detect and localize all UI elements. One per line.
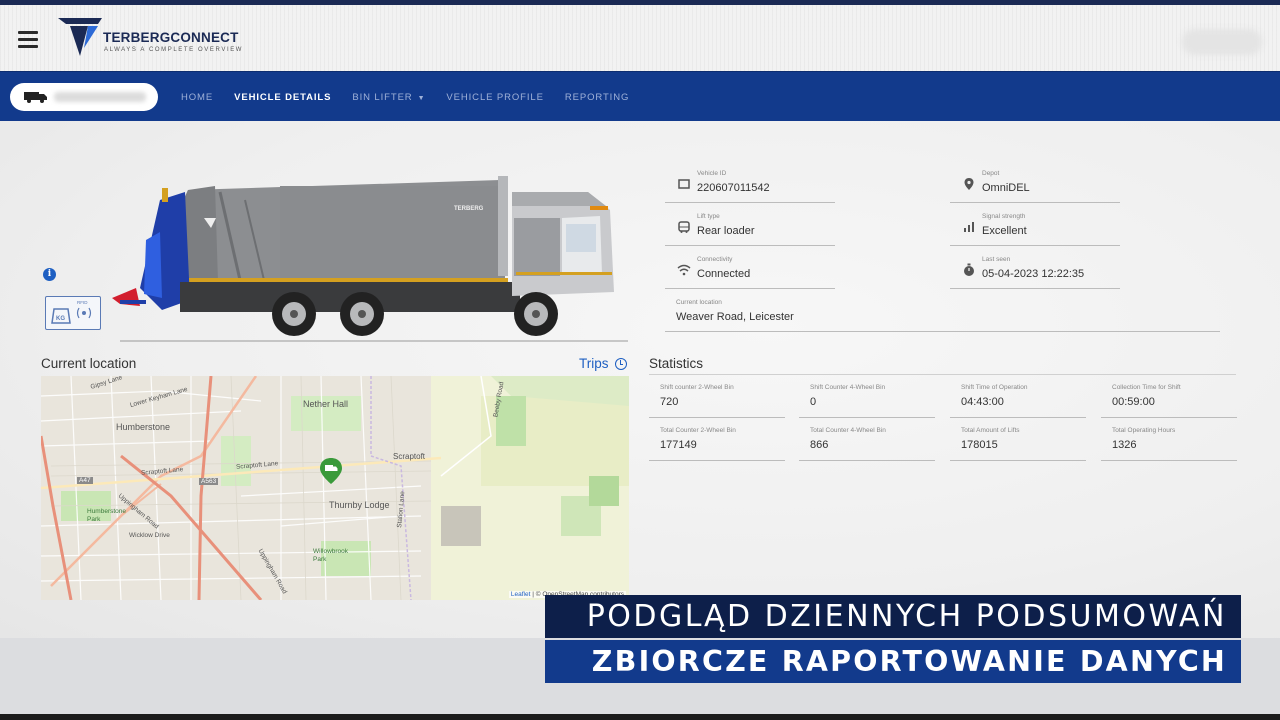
vehicle-selector[interactable] bbox=[10, 83, 158, 111]
stat-value: 866 bbox=[810, 439, 829, 451]
stat-card: Shift Counter 4-Wheel Bin 0 bbox=[799, 375, 935, 418]
vehicle-name-blurred bbox=[54, 92, 146, 102]
app-header: TERBERGCONNECT ALWAYS A COMPLETE OVERVIE… bbox=[0, 5, 1280, 71]
last-seen-label: Last seen bbox=[982, 256, 1011, 263]
stat-card: Shift counter 2-Wheel Bin 720 bbox=[649, 375, 785, 418]
user-menu-blurred[interactable] bbox=[1182, 29, 1262, 55]
signal-label: Signal strength bbox=[982, 213, 1026, 220]
field-lift-type: Lift type Rear loader bbox=[665, 213, 835, 246]
map-label: Scraptoft bbox=[393, 452, 426, 461]
map-label: Wicklow Drive bbox=[129, 532, 170, 539]
stat-value: 178015 bbox=[961, 439, 998, 451]
map-label: Humberstone bbox=[116, 422, 171, 432]
stat-card: Shift Time of Operation 04:43:00 bbox=[950, 375, 1086, 418]
stat-value: 177149 bbox=[660, 439, 697, 451]
stat-label: Shift Time of Operation bbox=[961, 384, 1028, 391]
stat-label: Total Amount of Lifts bbox=[961, 427, 1020, 434]
clock-icon[interactable] bbox=[615, 358, 627, 370]
nav-menu: HOME VEHICLE DETAILS BIN LIFTER ▼ VEHICLE… bbox=[181, 72, 650, 122]
map-road-badge: A47 bbox=[77, 477, 93, 484]
truck-brand-label: TERBERG bbox=[454, 206, 484, 212]
map-label: Willowbrook Park bbox=[313, 548, 349, 563]
field-depot: Depot OmniDEL bbox=[950, 170, 1120, 203]
depot-value: OmniDEL bbox=[982, 182, 1030, 194]
field-signal-strength: Signal strength Excellent bbox=[950, 213, 1120, 246]
map-label: Thurnby Lodge bbox=[329, 500, 390, 510]
depot-label: Depot bbox=[982, 170, 1000, 177]
stat-card: Total Amount of Lifts 178015 bbox=[950, 418, 1086, 461]
trips-link[interactable]: Trips bbox=[579, 356, 609, 371]
logo-text: TERBERGCONNECT bbox=[103, 30, 239, 45]
map-road-badge: A563 bbox=[199, 478, 219, 485]
leaflet-link[interactable]: Leaflet bbox=[511, 591, 531, 598]
connectivity-value: Connected bbox=[697, 268, 751, 280]
map-label: Humberstone Park bbox=[87, 508, 127, 523]
statistics-title: Statistics bbox=[649, 356, 704, 371]
map-section-title: Current location bbox=[41, 356, 137, 371]
location-map[interactable]: Gipsy Lane Lower Keyham Lane Nether Hall… bbox=[41, 376, 629, 600]
stat-label: Total Counter 4-Wheel Bin bbox=[810, 427, 886, 434]
stat-label: Collection Time for Shift bbox=[1112, 384, 1181, 391]
current-location-label: Current location bbox=[676, 299, 722, 306]
field-connectivity: Connectivity Connected bbox=[665, 256, 835, 289]
vehicle-id-label: Vehicle ID bbox=[697, 170, 727, 177]
truck-illustration: TERBERG bbox=[40, 170, 640, 350]
vehicle-id-icon bbox=[678, 179, 690, 189]
nav-vehicle-profile[interactable]: VEHICLE PROFILE bbox=[446, 92, 543, 103]
stat-value: 0 bbox=[810, 396, 817, 408]
stat-label: Total Operating Hours bbox=[1112, 427, 1176, 434]
stat-card: Total Counter 2-Wheel Bin 177149 bbox=[649, 418, 785, 461]
bus-icon bbox=[678, 221, 690, 233]
terberg-logo[interactable]: TERBERGCONNECT ALWAYS A COMPLETE OVERVIE… bbox=[58, 16, 258, 62]
map-tiles bbox=[41, 376, 629, 600]
nav-bin-lifter-label: BIN LIFTER bbox=[352, 91, 413, 103]
hamburger-icon[interactable] bbox=[18, 31, 38, 48]
field-vehicle-id: Vehicle ID 220607011542 bbox=[665, 170, 835, 203]
svg-text:KG: KG bbox=[56, 316, 65, 322]
stat-card: Total Counter 4-Wheel Bin 866 bbox=[799, 418, 935, 461]
stat-label: Shift counter 2-Wheel Bin bbox=[660, 384, 734, 391]
vehicle-map-marker-icon[interactable] bbox=[320, 458, 342, 484]
field-last-seen: Last seen 05-04-2023 12:22:35 bbox=[950, 256, 1120, 289]
stat-value: 1326 bbox=[1112, 439, 1137, 451]
bottom-frame bbox=[0, 714, 1280, 720]
stopwatch-icon bbox=[964, 263, 974, 276]
nav-reporting[interactable]: REPORTING bbox=[565, 92, 629, 103]
nav-home[interactable]: HOME bbox=[181, 92, 213, 103]
nav-vehicle-details[interactable]: VEHICLE DETAILS bbox=[234, 92, 331, 103]
stat-value: 720 bbox=[660, 396, 679, 408]
nav-bin-lifter[interactable]: BIN LIFTER ▼ bbox=[352, 92, 425, 103]
info-icon[interactable]: i bbox=[43, 268, 56, 281]
signal-bars-icon bbox=[964, 222, 974, 232]
stat-card: Collection Time for Shift 00:59:00 bbox=[1101, 375, 1237, 418]
truck-icon bbox=[24, 92, 47, 103]
caption-line-2: ZBIORCZE RAPORTOWANIE DANYCH bbox=[545, 640, 1241, 683]
caption-line-1: PODGLĄD DZIENNYCH PODSUMOWAŃ bbox=[545, 595, 1241, 638]
logo-tagline: ALWAYS A COMPLETE OVERVIEW bbox=[104, 47, 244, 53]
weight-scale-icon: KG RFID bbox=[51, 300, 92, 324]
stat-card: Total Operating Hours 1326 bbox=[1101, 418, 1237, 461]
svg-text:RFID: RFID bbox=[77, 300, 88, 305]
caret-down-icon: ▼ bbox=[417, 94, 426, 102]
lift-type-label: Lift type bbox=[697, 213, 720, 220]
lift-type-value: Rear loader bbox=[697, 225, 755, 237]
stat-label: Shift Counter 4-Wheel Bin bbox=[810, 384, 886, 391]
field-current-location: Current location Weaver Road, Leicester bbox=[665, 299, 1220, 332]
connectivity-label: Connectivity bbox=[697, 256, 733, 263]
last-seen-value: 05-04-2023 12:22:35 bbox=[982, 268, 1085, 280]
signal-value: Excellent bbox=[982, 225, 1027, 237]
rfid-scale-badge[interactable]: KG RFID bbox=[45, 296, 101, 330]
stat-value: 00:59:00 bbox=[1112, 396, 1155, 408]
vehicle-id-value: 220607011542 bbox=[697, 182, 770, 194]
current-location-value: Weaver Road, Leicester bbox=[676, 311, 794, 323]
wifi-icon bbox=[677, 264, 691, 276]
logo-mark-icon bbox=[58, 18, 102, 56]
stat-value: 04:43:00 bbox=[961, 396, 1004, 408]
location-pin-icon bbox=[964, 178, 974, 190]
main-navbar: HOME VEHICLE DETAILS BIN LIFTER ▼ VEHICLE… bbox=[0, 71, 1280, 122]
stat-label: Total Counter 2-Wheel Bin bbox=[660, 427, 736, 434]
map-label: Nether Hall bbox=[303, 399, 349, 409]
